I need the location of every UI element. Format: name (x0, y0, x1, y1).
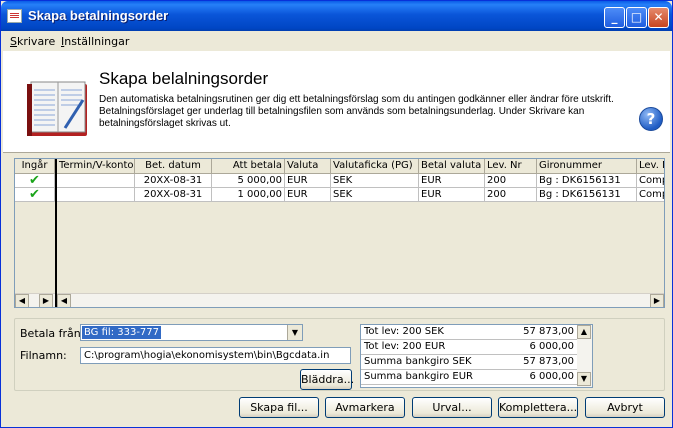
cell-termin[interactable] (57, 188, 135, 202)
ledger-book-icon (27, 81, 87, 136)
list-item[interactable]: Summa bankgiro SEK 57 873,00 (361, 355, 577, 370)
column-header-att-betala[interactable]: Att betala (212, 159, 285, 174)
payment-grid[interactable]: Ingår Termin/V-konto Bet. datum Att beta… (14, 158, 665, 308)
close-button[interactable]: ✕ (648, 7, 669, 28)
selection-button[interactable]: Urval... (412, 397, 492, 418)
browse-button[interactable]: Bläddra... (300, 369, 354, 390)
frozen-column-divider (55, 159, 57, 307)
cell-lev-nr[interactable]: 200 (485, 174, 537, 188)
column-header-valuta[interactable]: Valuta (285, 159, 331, 174)
filename-label: Filnamn: (20, 349, 67, 362)
totals-list[interactable]: Tot lev: 200 SEK 57 873,00 Tot lev: 200 E… (360, 324, 593, 388)
column-header-betal-valuta[interactable]: Betal valuta (419, 159, 485, 174)
cancel-button[interactable]: Avbryt (585, 397, 665, 418)
complete-button[interactable]: Komplettera... (498, 397, 578, 418)
menu-skrivare[interactable]: Skrivare (10, 35, 55, 48)
list-item[interactable]: Tot lev: 200 SEK 57 873,00 (361, 325, 577, 340)
cell-betal-valuta[interactable]: EUR (419, 174, 485, 188)
column-header-valutaficka[interactable]: Valutaficka (PG) (331, 159, 419, 174)
cell-gironummer[interactable]: Bg : DK6156131 (537, 188, 637, 202)
horizontal-scrollbar[interactable]: ◀ ▶ (57, 293, 664, 307)
column-header-lev-namn[interactable]: Lev. N (637, 159, 664, 174)
app-window: Skapa betalningsorder _ □ ✕ Skrivare Ins… (0, 0, 673, 428)
table-row[interactable]: ✔ 20XX-08-31 5 000,00 EUR SEK EUR 200 Bg… (15, 174, 664, 188)
page-description: Den automatiska betalningsrutinen ger di… (99, 94, 614, 129)
header-panel: Skapa belalningsorder Den automatiska be… (3, 51, 670, 153)
cell-lev-nr[interactable]: 200 (485, 188, 537, 202)
menu-bar: Skrivare Inställningar (1, 31, 672, 51)
included-check-icon[interactable]: ✔ (15, 174, 55, 188)
title-bar[interactable]: Skapa betalningsorder _ □ ✕ (1, 1, 672, 31)
cell-lev-namn[interactable]: Comp (637, 188, 664, 202)
column-header-bet-datum[interactable]: Bet. datum (135, 159, 212, 174)
cell-att-betala[interactable]: 1 000,00 (212, 188, 285, 202)
create-file-button[interactable]: Skapa fil... (239, 397, 319, 418)
scroll-down-icon[interactable]: ▼ (577, 372, 591, 386)
cell-bet-datum[interactable]: 20XX-08-31 (135, 174, 212, 188)
unmark-button[interactable]: Avmarkera (325, 397, 405, 418)
frozen-horizontal-scrollbar[interactable]: ◀ ▶ (15, 293, 55, 307)
pay-from-select[interactable]: BG fil: 333-777 ▼ (80, 324, 303, 341)
table-row[interactable]: ✔ 20XX-08-31 1 000,00 EUR SEK EUR 200 Bg… (15, 188, 664, 202)
scroll-up-icon[interactable]: ▲ (577, 325, 591, 339)
list-item[interactable]: Tot lev: 200 EUR 6 000,00 (361, 340, 577, 355)
cell-valutaficka[interactable]: SEK (331, 174, 419, 188)
cell-gironummer[interactable]: Bg : DK6156131 (537, 174, 637, 188)
maximize-button[interactable]: □ (626, 7, 647, 28)
list-item[interactable]: Summa bankgiro EUR 6 000,00 (361, 370, 577, 385)
scroll-right-icon[interactable]: ▶ (650, 294, 664, 307)
cell-betal-valuta[interactable]: EUR (419, 188, 485, 202)
vertical-scrollbar[interactable]: ▲ ▼ (577, 325, 592, 387)
cell-termin[interactable] (57, 174, 135, 188)
cell-valutaficka[interactable]: SEK (331, 188, 419, 202)
menu-installningar[interactable]: Inställningar (61, 35, 129, 48)
scroll-right-icon[interactable]: ▶ (39, 294, 53, 307)
app-icon[interactable] (7, 9, 22, 23)
filename-field[interactable]: C:\program\hogia\ekonomisystem\bin\Bgcda… (80, 347, 351, 364)
pay-from-label: Betala från: (20, 327, 85, 340)
cell-valuta[interactable]: EUR (285, 174, 331, 188)
column-header-ingar[interactable]: Ingår (15, 159, 55, 174)
scroll-left-icon[interactable]: ◀ (15, 294, 29, 307)
cell-lev-namn[interactable]: Comp (637, 174, 664, 188)
cell-bet-datum[interactable]: 20XX-08-31 (135, 188, 212, 202)
cell-att-betala[interactable]: 5 000,00 (212, 174, 285, 188)
window-title: Skapa betalningsorder (28, 8, 169, 23)
column-header-termin[interactable]: Termin/V-konto (57, 159, 135, 174)
column-header-lev-nr[interactable]: Lev. Nr (485, 159, 537, 174)
page-title: Skapa belalningsorder (99, 69, 269, 88)
included-check-icon[interactable]: ✔ (15, 188, 55, 202)
grid-header: Ingår Termin/V-konto Bet. datum Att beta… (15, 159, 664, 174)
column-header-gironummer[interactable]: Gironummer (537, 159, 637, 174)
cell-valuta[interactable]: EUR (285, 188, 331, 202)
chevron-down-icon[interactable]: ▼ (287, 325, 302, 340)
pay-from-value: BG fil: 333-777 (82, 326, 162, 339)
help-icon[interactable]: ? (639, 107, 663, 131)
scroll-left-icon[interactable]: ◀ (57, 294, 71, 307)
minimize-button[interactable]: _ (604, 7, 625, 28)
